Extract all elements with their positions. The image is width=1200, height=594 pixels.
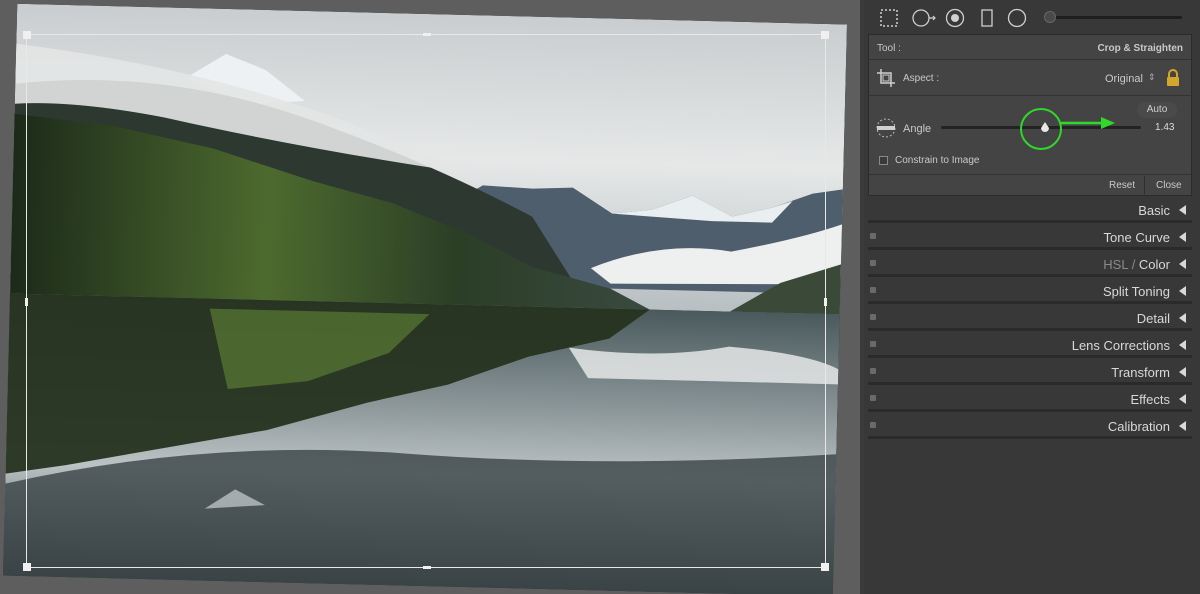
crop-handle-bottom[interactable] [423, 566, 431, 569]
aspect-select[interactable]: Original [1105, 73, 1143, 85]
straighten-tool-icon[interactable] [875, 117, 897, 139]
aspect-stepper-icon[interactable]: ⇕ [1148, 72, 1156, 83]
panel-switch-icon[interactable] [870, 260, 876, 266]
panel-switch-icon[interactable] [870, 287, 876, 293]
crop-handle-top-right[interactable] [821, 31, 829, 39]
collapse-arrow-icon[interactable] [1179, 205, 1186, 215]
collapse-arrow-icon[interactable] [1179, 232, 1186, 242]
collapse-arrow-icon[interactable] [1179, 313, 1186, 323]
angle-label: Angle [903, 123, 932, 135]
constrain-label: Constrain to Image [895, 155, 980, 166]
graduated-filter-tool-icon[interactable] [976, 7, 998, 29]
section-calibration[interactable]: Calibration [868, 415, 1192, 439]
collapse-arrow-icon[interactable] [1179, 259, 1186, 269]
aspect-label: Aspect : [903, 73, 940, 84]
crop-handle-top-left[interactable] [23, 31, 31, 39]
panel-switch-icon[interactable] [870, 368, 876, 374]
section-label: Effects [1130, 392, 1170, 407]
separator [869, 59, 1191, 60]
separator [869, 95, 1191, 96]
collapse-arrow-icon[interactable] [1179, 421, 1186, 431]
crop-frame-icon[interactable] [875, 67, 897, 89]
tool-strip [864, 0, 1200, 34]
crop-handle-left[interactable] [25, 298, 28, 306]
section-label: Basic [1138, 203, 1170, 218]
brush-size-slider-track[interactable] [1048, 16, 1182, 19]
crop-straighten-panel: Tool : Crop & Straighten Aspect : Origin… [868, 34, 1192, 196]
brush-size-slider-knob[interactable] [1044, 11, 1056, 23]
radial-filter-tool-icon[interactable] [1006, 7, 1028, 29]
collapse-arrow-icon[interactable] [1179, 340, 1186, 350]
reset-button[interactable]: Reset [1109, 180, 1135, 191]
section-label: Transform [1111, 365, 1170, 380]
panel-switch-icon[interactable] [870, 233, 876, 239]
section-transform[interactable]: Transform [868, 361, 1192, 385]
section-lens-corrections[interactable]: Lens Corrections [868, 334, 1192, 358]
lock-icon[interactable] [1165, 68, 1181, 88]
collapse-arrow-icon[interactable] [1179, 367, 1186, 377]
button-separator [1144, 176, 1145, 194]
panel-switch-icon[interactable] [870, 341, 876, 347]
close-button[interactable]: Close [1156, 180, 1182, 191]
annotation-arrow-icon [1061, 117, 1115, 129]
section-label: Calibration [1107, 419, 1170, 434]
crop-handle-right[interactable] [824, 298, 827, 306]
section-split-toning[interactable]: Split Toning [868, 280, 1192, 304]
angle-value[interactable]: 1.43 [1155, 122, 1174, 133]
hsl-separator: / [1128, 257, 1139, 272]
crop-overlay-tool-icon[interactable] [878, 7, 900, 29]
crop-handle-top[interactable] [423, 33, 431, 36]
section-tone-curve[interactable]: Tone Curve [868, 226, 1192, 250]
constrain-checkbox[interactable] [879, 156, 888, 165]
tool-label: Tool : [877, 43, 901, 54]
crop-frame[interactable] [23, 31, 829, 571]
color-tab[interactable]: Color [1139, 257, 1170, 272]
auto-straighten-button[interactable]: Auto [1137, 102, 1177, 118]
panel-switch-icon[interactable] [870, 314, 876, 320]
section-detail[interactable]: Detail [868, 307, 1192, 331]
section-basic[interactable]: Basic [868, 199, 1192, 223]
spot-removal-tool-icon[interactable] [910, 7, 940, 29]
hsl-tab[interactable]: HSL [1103, 257, 1128, 272]
right-panel: Tool : Crop & Straighten Aspect : Origin… [864, 0, 1200, 594]
separator [869, 174, 1191, 175]
red-eye-tool-icon[interactable] [944, 7, 966, 29]
section-label: HSL / Color [1103, 257, 1170, 272]
lightroom-develop-window: Tool : Crop & Straighten Aspect : Origin… [0, 0, 1200, 594]
image-canvas[interactable] [0, 0, 860, 594]
panel-switch-icon[interactable] [870, 422, 876, 428]
crop-handle-bottom-left[interactable] [23, 563, 31, 571]
annotation-highlight-circle [1020, 108, 1062, 150]
tool-name: Crop & Straighten [1097, 43, 1183, 54]
collapse-arrow-icon[interactable] [1179, 286, 1186, 296]
section-label: Split Toning [1103, 284, 1170, 299]
crop-handle-bottom-right[interactable] [821, 563, 829, 571]
section-hsl-color[interactable]: HSL / Color [868, 253, 1192, 277]
panel-switch-icon[interactable] [870, 395, 876, 401]
section-label: Detail [1136, 311, 1170, 326]
section-label: Lens Corrections [1071, 338, 1170, 353]
section-effects[interactable]: Effects [868, 388, 1192, 412]
section-label: Tone Curve [1103, 230, 1170, 245]
collapse-arrow-icon[interactable] [1179, 394, 1186, 404]
